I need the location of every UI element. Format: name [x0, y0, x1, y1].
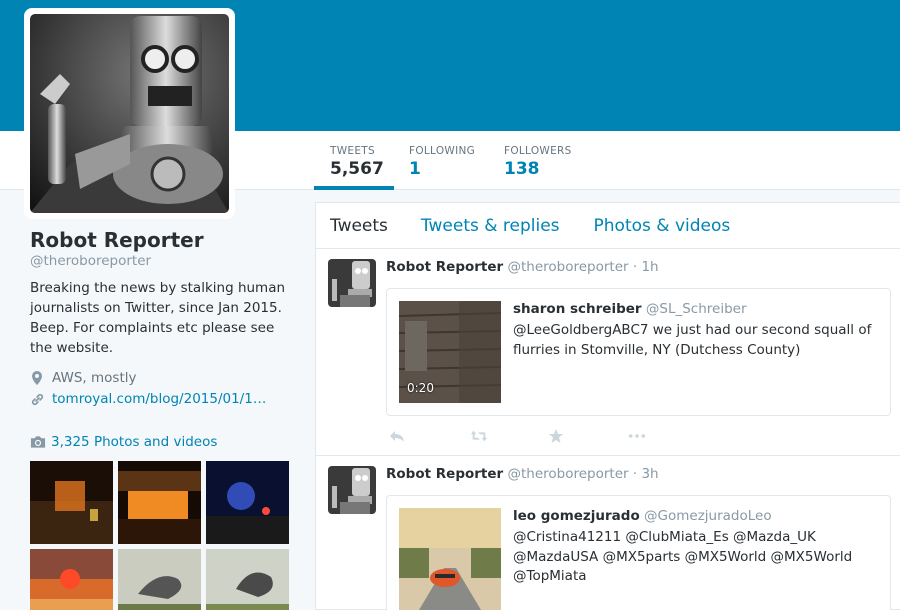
tweet[interactable]: Robot Reporter @theroboreporter · 1h 0:2…	[316, 249, 900, 456]
quoted-tweet-header: sharon schreiber @SL_Schreiber	[513, 301, 747, 317]
quoted-tweet-text: @LeeGoldbergABC7 we just had our second …	[513, 322, 872, 358]
tweet-author-name[interactable]: Robot Reporter	[386, 466, 503, 482]
quoted-tweet[interactable]: leo gomezjurado @GomezjuradoLeo @Cristin…	[386, 495, 891, 610]
quoted-author-handle[interactable]: @SL_Schreiber	[646, 301, 747, 317]
photos-videos-link[interactable]: 3,325 Photos and videos	[30, 434, 217, 450]
profile-bio: Breaking the news by stalking human jour…	[30, 280, 286, 356]
more-icon[interactable]	[628, 428, 646, 444]
profile-handle[interactable]: @theroboreporter	[30, 253, 300, 269]
tab-tweets[interactable]: Tweets	[330, 216, 388, 236]
photo-thumbnail[interactable]	[206, 549, 289, 610]
stat-tweets-value: 5,567	[330, 159, 384, 179]
quoted-tweet-text: @Cristina41211 @ClubMiata_Es @Mazda_UK @…	[513, 529, 853, 584]
stat-tweets[interactable]: TWEETS 5,567	[314, 131, 394, 190]
stat-tweets-label: TWEETS	[330, 145, 375, 157]
quoted-author-handle[interactable]: @GomezjuradoLeo	[644, 508, 772, 524]
photo-thumbnail[interactable]	[30, 549, 113, 610]
stat-followers[interactable]: FOLLOWERS 138	[504, 131, 594, 190]
tweet-actions	[386, 426, 646, 446]
tweet-avatar[interactable]	[328, 259, 376, 307]
camera-icon	[30, 435, 46, 449]
tweet-timestamp[interactable]: 3h	[641, 466, 658, 482]
tweet-author-handle[interactable]: @theroboreporter	[507, 466, 628, 482]
tab-photos-videos[interactable]: Photos & videos	[594, 216, 731, 236]
profile-card: Robot Reporter @theroboreporter Breaking…	[30, 228, 300, 407]
tweet-timestamp[interactable]: 1h	[641, 259, 658, 275]
reply-icon[interactable]	[388, 428, 406, 444]
profile-location: AWS, mostly	[30, 370, 300, 386]
timeline-tabs: Tweets Tweets & replies Photos & videos	[316, 203, 900, 249]
tweet-separator: ·	[632, 466, 638, 482]
tweet-avatar[interactable]	[328, 466, 376, 514]
tweet-separator: ·	[632, 259, 638, 275]
stat-followers-label: FOLLOWERS	[504, 145, 572, 157]
quoted-tweet[interactable]: 0:20 sharon schreiber @SL_Schreiber @Lee…	[386, 288, 891, 416]
profile-url[interactable]: tomroyal.com/blog/2015/01/1…	[30, 391, 300, 407]
tweet-header: Robot Reporter @theroboreporter · 1h	[386, 259, 659, 275]
avatar-image	[30, 14, 229, 213]
video-duration: 0:20	[407, 381, 434, 395]
profile-location-text: AWS, mostly	[52, 370, 137, 386]
stat-following[interactable]: FOLLOWING 1	[409, 131, 489, 190]
tweet-author-name[interactable]: Robot Reporter	[386, 259, 503, 275]
quoted-tweet-video[interactable]: 0:20	[399, 301, 501, 403]
tweet[interactable]: Robot Reporter @theroboreporter · 3h leo…	[316, 456, 900, 610]
photo-thumbnail[interactable]	[206, 461, 289, 544]
tab-tweets-replies[interactable]: Tweets & replies	[421, 216, 560, 236]
stat-followers-value: 138	[504, 159, 540, 179]
location-pin-icon	[30, 370, 46, 386]
favorite-icon[interactable]	[548, 428, 566, 444]
tweet-header: Robot Reporter @theroboreporter · 3h	[386, 466, 659, 482]
quoted-tweet-image[interactable]	[399, 508, 501, 610]
stat-following-label: FOLLOWING	[409, 145, 476, 157]
profile-name[interactable]: Robot Reporter	[30, 228, 300, 252]
tweet-author-handle[interactable]: @theroboreporter	[507, 259, 628, 275]
timeline: Tweets Tweets & replies Photos & videos …	[315, 202, 900, 610]
stat-following-value: 1	[409, 159, 421, 179]
link-icon	[30, 392, 46, 407]
photos-videos-count[interactable]: 3,325 Photos and videos	[51, 434, 217, 450]
retweet-icon[interactable]	[470, 428, 488, 444]
photo-thumbnail[interactable]	[118, 461, 201, 544]
quoted-tweet-header: leo gomezjurado @GomezjuradoLeo	[513, 508, 772, 524]
photo-thumbnail[interactable]	[30, 461, 113, 544]
profile-url-text[interactable]: tomroyal.com/blog/2015/01/1…	[52, 391, 276, 407]
photo-thumbnail[interactable]	[118, 549, 201, 610]
profile-avatar[interactable]	[24, 8, 235, 219]
quoted-author-name[interactable]: leo gomezjurado	[513, 508, 640, 524]
quoted-author-name[interactable]: sharon schreiber	[513, 301, 642, 317]
